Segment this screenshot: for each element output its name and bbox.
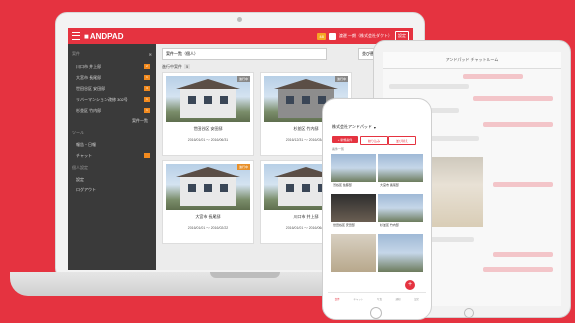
- menu-icon[interactable]: [72, 32, 80, 40]
- new-project-button[interactable]: + 新規案件: [332, 136, 358, 143]
- company-name: 株式会社アンドパッド: [332, 124, 372, 129]
- project-count: 5: [184, 64, 191, 69]
- sidebar-item-report[interactable]: 報告・日報: [68, 140, 156, 150]
- house-photo: [378, 154, 423, 182]
- list-label: 案件一覧: [332, 147, 345, 151]
- sidebar-section-projects: 案件 ✖: [68, 47, 156, 61]
- chat-bubble: [483, 267, 553, 272]
- chat-title-bar: アンドパッド チャットルーム: [383, 52, 561, 69]
- chat-bubble: [493, 182, 553, 187]
- section-header: 進行中案件 5: [162, 64, 191, 70]
- project-tile[interactable]: 世田谷区 安田邸: [331, 194, 376, 231]
- sidebar-item[interactable]: リバーマンション改修 302号 1: [68, 94, 156, 105]
- sidebar-item-label: 杉並区 竹内邸: [76, 107, 102, 113]
- close-icon[interactable]: ✖: [149, 52, 152, 57]
- sidebar-item-logout[interactable]: ログアウト: [68, 185, 156, 195]
- tile-caption: 杉並区 竹内邸: [380, 223, 399, 227]
- sidebar-section-tools: ツール: [72, 130, 84, 135]
- status-badge: 進行中: [334, 76, 348, 82]
- breadcrumb: 案件一覧（個人）: [162, 48, 327, 60]
- laptop-camera: [237, 17, 242, 22]
- house-photo: [331, 194, 376, 222]
- chat-bubble: [483, 122, 553, 127]
- tab-photos[interactable]: 写真: [377, 297, 382, 301]
- sidebar-item-label: 大宮市 長尾邸: [76, 74, 102, 80]
- project-date: 2016/01/01 〜 2016/06/31: [187, 138, 229, 142]
- tab-notifications[interactable]: 通知: [396, 297, 401, 301]
- phone-screen: 株式会社アンドパッド ▾ + 新規案件 絞り込み 並び替え 案件一覧 渋谷区 佐藤…: [328, 114, 426, 304]
- sort-button[interactable]: 並び替え: [388, 136, 416, 145]
- phone-home-button[interactable]: [370, 307, 382, 319]
- tile-caption: 渋谷区 佐藤邸: [333, 183, 352, 187]
- sidebar-item-settings[interactable]: 設定: [68, 175, 156, 185]
- project-tile[interactable]: 渋谷区 佐藤邸: [331, 154, 376, 191]
- brand-name: ANDPAD: [89, 31, 124, 41]
- count-badge: 1: [144, 75, 150, 80]
- sidebar: 案件 ✖ 川口市 井上邸 2 大宮市 長尾邸 1 世田谷区 安田邸 3 リバーマンショ…: [68, 44, 156, 270]
- count-badge: 1: [144, 97, 150, 102]
- tab-projects[interactable]: 案件: [335, 297, 340, 301]
- project-tile[interactable]: [331, 234, 376, 274]
- breadcrumb-label: 案件一覧（個人）: [166, 51, 198, 56]
- chat-bubble: [473, 96, 553, 101]
- chevron-down-icon[interactable]: ▾: [374, 125, 376, 130]
- chat-bubble: [493, 252, 553, 257]
- notification-badge[interactable]: 48: [317, 32, 326, 40]
- tab-chat[interactable]: チャット: [353, 297, 363, 301]
- project-name: 世田谷区 安田邸: [193, 126, 223, 131]
- add-button[interactable]: +: [405, 280, 415, 290]
- status-badge: 進行中: [236, 164, 250, 170]
- chat-badge: [144, 153, 150, 158]
- chat-title: アンドパッド チャットルーム: [445, 57, 499, 62]
- section-label: 進行中案件: [162, 64, 182, 69]
- sidebar-more-link[interactable]: 案件一覧: [68, 116, 156, 126]
- house-photo: [378, 234, 423, 272]
- tab-settings[interactable]: 設定: [414, 297, 419, 301]
- sidebar-item-chat[interactable]: チャット: [68, 150, 156, 161]
- sidebar-section-personal: 個人設定: [72, 165, 88, 170]
- andpad-logo-icon: ■: [84, 31, 89, 41]
- avatar[interactable]: [328, 32, 336, 40]
- sidebar-item-label: リバーマンション改修 302号: [76, 96, 128, 102]
- project-date: 2016/01/01 〜 2016/02/22: [187, 226, 229, 230]
- sidebar-item[interactable]: 世田谷区 安田邸 3: [68, 83, 156, 94]
- house-photo: [378, 194, 423, 222]
- project-card[interactable]: 進行中 大宮市 長尾邸 2016/01/01 〜 2016/02/22: [162, 160, 254, 244]
- count-badge: 3: [144, 86, 150, 91]
- project-tile[interactable]: 大宮市 長尾邸: [378, 154, 423, 191]
- status-badge: 進行中: [236, 76, 250, 82]
- sidebar-item-label: 川口市 井上邸: [76, 63, 102, 69]
- sidebar-item[interactable]: 大宮市 長尾邸 1: [68, 72, 156, 83]
- chat-bubble: [463, 74, 523, 79]
- house-photo: [166, 164, 250, 210]
- tile-caption: 大宮市 長尾邸: [380, 183, 399, 187]
- tablet-home-button[interactable]: [464, 308, 474, 318]
- user-name[interactable]: 渡邊 一朗（株式会社ダクト）: [339, 33, 392, 39]
- count-badge: 1: [144, 108, 150, 113]
- tile-caption: 世田谷区 安田邸: [333, 223, 355, 227]
- filter-button[interactable]: 絞り込み: [360, 136, 388, 145]
- project-card[interactable]: 進行中 世田谷区 安田邸 2016/01/01 〜 2016/06/31: [162, 72, 254, 156]
- project-tile[interactable]: 杉並区 竹内邸: [378, 194, 423, 231]
- interior-photo: [331, 234, 376, 272]
- count-badge: 2: [144, 64, 150, 69]
- phone-header: 株式会社アンドパッド ▾: [328, 122, 426, 132]
- phone-tab-bar: 案件 チャット 写真 通知 設定: [328, 292, 426, 304]
- sidebar-item[interactable]: 杉並区 竹内邸 1: [68, 105, 156, 116]
- sidebar-item[interactable]: 川口市 井上邸 2: [68, 61, 156, 72]
- house-photo: [331, 154, 376, 182]
- room-photo[interactable]: [428, 157, 483, 227]
- house-photo: [166, 76, 250, 122]
- project-tile[interactable]: [378, 234, 423, 274]
- sidebar-section-label: 案件: [72, 51, 80, 56]
- chat-bubble: [389, 84, 469, 89]
- laptop-notch: [210, 272, 280, 278]
- sidebar-item-label: チャット: [76, 152, 92, 158]
- sidebar-item-label: 世田谷区 安田邸: [76, 85, 106, 91]
- project-name: 大宮市 長尾邸: [195, 214, 221, 219]
- app-header: ■ ANDPAD 48 渡邊 一朗（株式会社ダクト） 設定: [68, 28, 413, 44]
